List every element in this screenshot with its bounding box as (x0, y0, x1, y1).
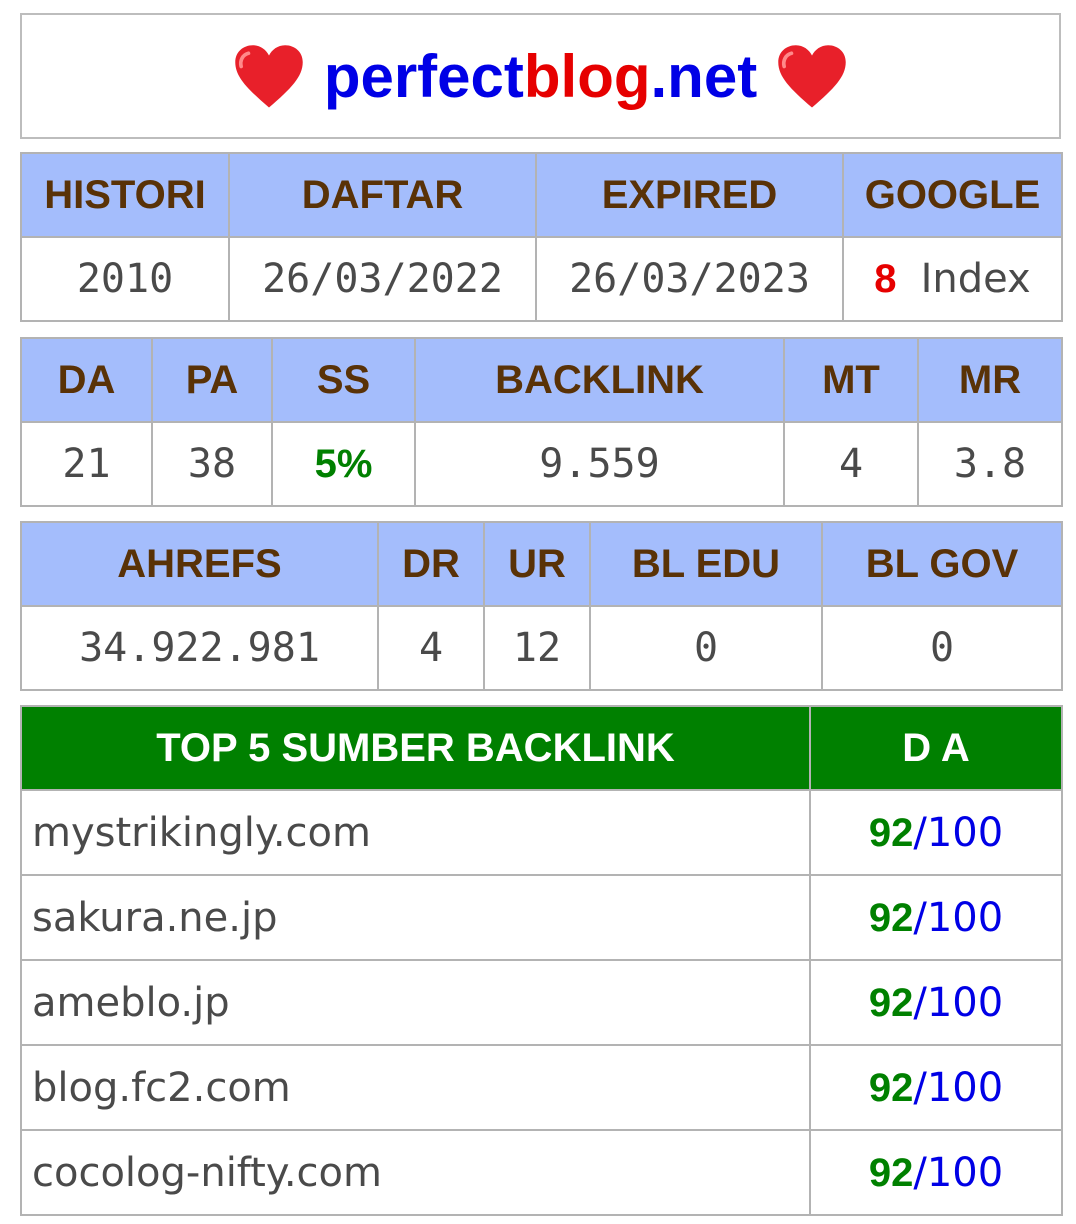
value-mr: 3.8 (917, 421, 1063, 507)
backlink-da: 92/100 (809, 959, 1063, 1046)
backlink-da: 92/100 (809, 1129, 1063, 1216)
value-histori: 2010 (20, 236, 230, 322)
table-row: cocolog-nifty.com 92/100 (20, 1129, 1063, 1216)
header-histori: HISTORI (20, 152, 230, 238)
ahrefs-metrics-table: AHREFS DR UR BL EDU BL GOV 34.922.981 4 … (20, 521, 1063, 691)
da-separator: / (913, 979, 927, 1026)
google-index-label: Index (920, 256, 1031, 302)
value-bl-gov: 0 (821, 605, 1063, 691)
header-daftar: DAFTAR (228, 152, 537, 238)
da-max: 100 (926, 1064, 1004, 1111)
da-max: 100 (926, 1149, 1004, 1196)
backlink-da: 92/100 (809, 874, 1063, 961)
value-daftar: 26/03/2022 (228, 236, 537, 322)
header-da-score: D A (809, 705, 1063, 791)
table-header-row: TOP 5 SUMBER BACKLINK D A (20, 705, 1063, 791)
header-mr: MR (917, 337, 1063, 423)
table-row: 34.922.981 4 12 0 0 (20, 605, 1063, 691)
table-row: 21 38 5% 9.559 4 3.8 (20, 421, 1063, 507)
site-title[interactable]: perfectblog.net (324, 42, 757, 111)
table-header-row: DA PA SS BACKLINK MT MR (20, 337, 1063, 423)
backlink-da: 92/100 (809, 1044, 1063, 1131)
da-separator: / (913, 894, 927, 941)
table-header-row: HISTORI DAFTAR EXPIRED GOOGLE (20, 152, 1063, 238)
value-ahrefs: 34.922.981 (20, 605, 379, 691)
backlink-da: 92/100 (809, 789, 1063, 876)
da-score: 92 (868, 1065, 914, 1110)
domain-history-table: HISTORI DAFTAR EXPIRED GOOGLE 2010 26/03… (20, 152, 1063, 322)
da-max: 100 (926, 894, 1004, 941)
value-ur: 12 (483, 605, 591, 691)
header-ss: SS (271, 337, 416, 423)
da-separator: / (913, 1149, 927, 1196)
header-backlink: BACKLINK (414, 337, 785, 423)
value-expired: 26/03/2023 (535, 236, 844, 322)
value-pa: 38 (151, 421, 273, 507)
da-score: 92 (868, 1150, 914, 1195)
da-max: 100 (926, 809, 1004, 856)
header-da: DA (20, 337, 153, 423)
backlink-site[interactable]: blog.fc2.com (20, 1044, 811, 1131)
value-ss: 5% (271, 421, 416, 507)
da-score: 92 (868, 895, 914, 940)
table-row: blog.fc2.com 92/100 (20, 1044, 1063, 1131)
backlink-site[interactable]: ameblo.jp (20, 959, 811, 1046)
site-title-banner: perfectblog.net (20, 13, 1061, 139)
table-row: mystrikingly.com 92/100 (20, 789, 1063, 876)
site-title-part3: .net (650, 42, 758, 110)
table-row: sakura.ne.jp 92/100 (20, 874, 1063, 961)
backlink-site[interactable]: sakura.ne.jp (20, 874, 811, 961)
da-separator: / (913, 1064, 927, 1111)
value-mt: 4 (783, 421, 919, 507)
header-ur: UR (483, 521, 591, 607)
moz-metrics-table: DA PA SS BACKLINK MT MR 21 38 5% 9.559 4… (20, 337, 1063, 507)
value-backlink: 9.559 (414, 421, 785, 507)
table-row: ameblo.jp 92/100 (20, 959, 1063, 1046)
spam-score: 5% (314, 442, 373, 486)
backlink-site[interactable]: cocolog-nifty.com (20, 1129, 811, 1216)
value-bl-edu: 0 (589, 605, 823, 691)
da-max: 100 (926, 979, 1004, 1026)
table-row: 2010 26/03/2022 26/03/2023 8 Index (20, 236, 1063, 322)
header-google: GOOGLE (842, 152, 1063, 238)
site-title-part1: perfect (323, 42, 524, 110)
value-google: 8 Index (842, 236, 1063, 322)
value-dr: 4 (377, 605, 485, 691)
header-bl-gov: BL GOV (821, 521, 1063, 607)
header-top-sources: TOP 5 SUMBER BACKLINK (20, 705, 811, 791)
header-dr: DR (377, 521, 485, 607)
da-score: 92 (868, 980, 914, 1025)
header-pa: PA (151, 337, 273, 423)
header-ahrefs: AHREFS (20, 521, 379, 607)
google-index-count: 8 (874, 257, 897, 301)
table-header-row: AHREFS DR UR BL EDU BL GOV (20, 521, 1063, 607)
da-separator: / (913, 809, 927, 856)
da-score: 92 (868, 810, 914, 855)
top-backlink-sources-table: TOP 5 SUMBER BACKLINK D A mystrikingly.c… (20, 705, 1063, 1216)
site-title-part2: blog (523, 42, 651, 110)
header-bl-edu: BL EDU (589, 521, 823, 607)
header-expired: EXPIRED (535, 152, 844, 238)
value-da: 21 (20, 421, 153, 507)
heart-icon (775, 43, 849, 109)
backlink-site[interactable]: mystrikingly.com (20, 789, 811, 876)
heart-icon (232, 43, 306, 109)
header-mt: MT (783, 337, 919, 423)
